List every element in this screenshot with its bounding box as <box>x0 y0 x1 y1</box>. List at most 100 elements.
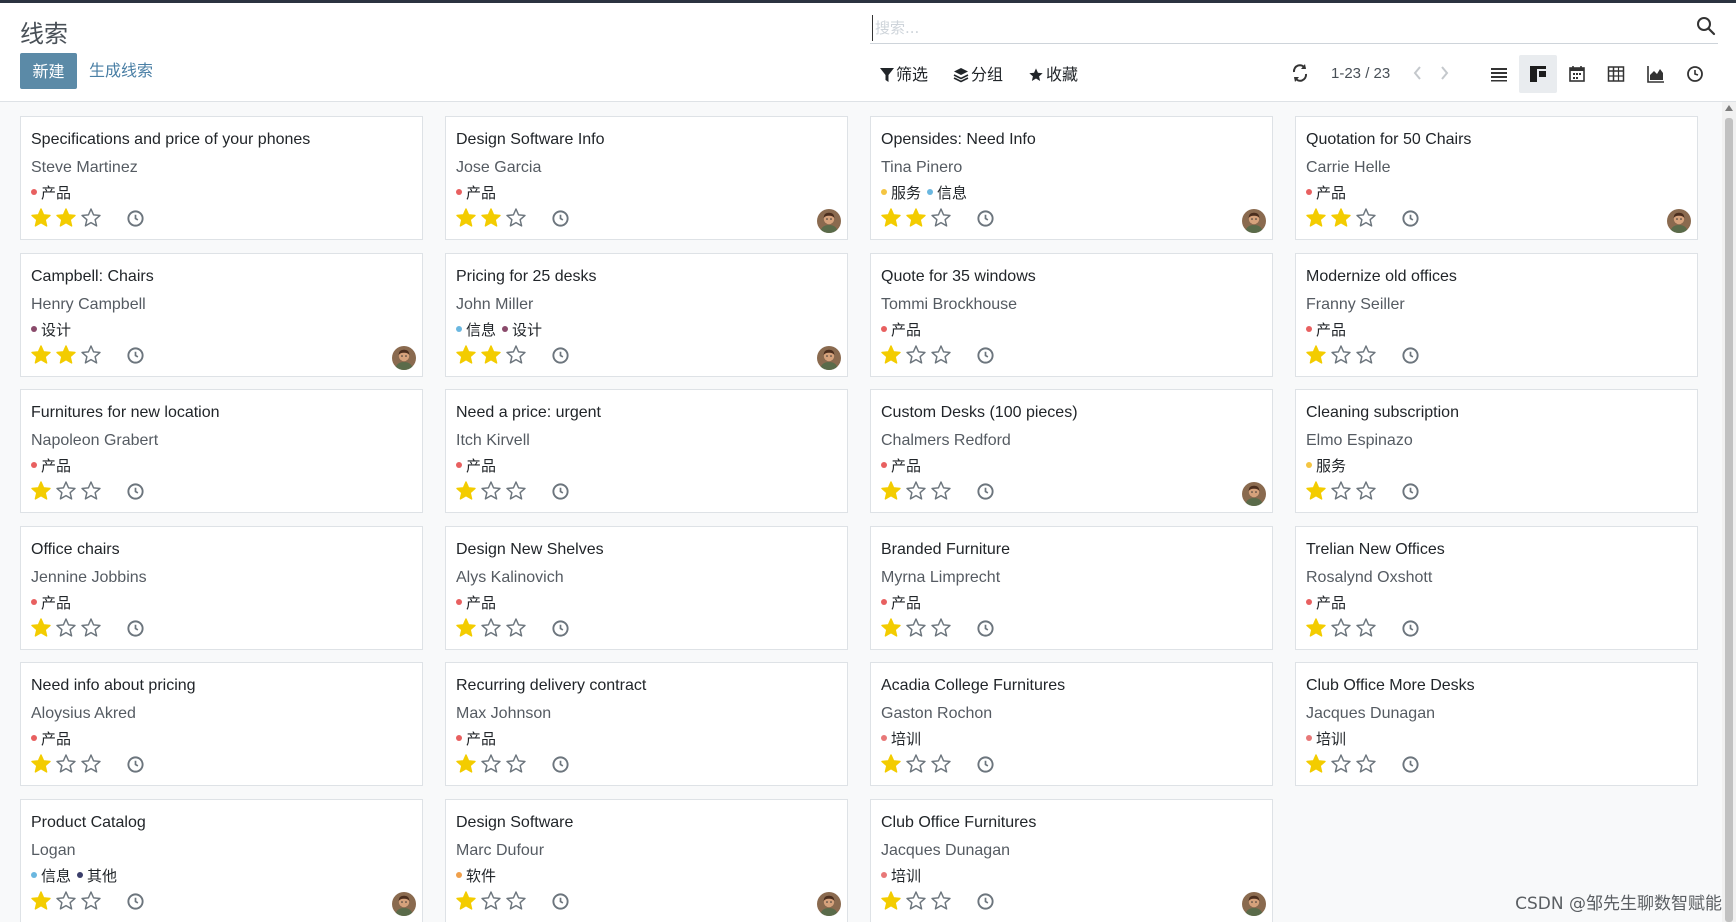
lead-card[interactable]: Opensides: Need Info Tina Pinero 服务 信息 <box>870 116 1273 240</box>
priority-star-icon[interactable] <box>880 480 902 502</box>
filter-toggle[interactable]: 筛选 <box>880 63 928 87</box>
lead-card[interactable]: Cleaning subscription Elmo Espinazo 服务 <box>1295 389 1698 513</box>
priority-star-icon[interactable] <box>505 480 527 502</box>
priority-star-icon[interactable] <box>905 617 927 639</box>
priority-star-icon[interactable] <box>30 344 52 366</box>
priority-star-icon[interactable] <box>505 344 527 366</box>
avatar[interactable] <box>392 346 416 370</box>
priority-star-icon[interactable] <box>30 207 52 229</box>
activity-clock-icon[interactable] <box>1401 346 1420 365</box>
priority-star-icon[interactable] <box>1305 617 1327 639</box>
priority-star-icon[interactable] <box>1355 480 1377 502</box>
priority-star-icon[interactable] <box>55 753 77 775</box>
priority-star-icon[interactable] <box>505 753 527 775</box>
priority-star-icon[interactable] <box>1305 344 1327 366</box>
priority-star-icon[interactable] <box>55 617 77 639</box>
lead-card[interactable]: Pricing for 25 desks John Miller 信息 设计 <box>445 253 848 377</box>
priority-star-icon[interactable] <box>480 753 502 775</box>
avatar[interactable] <box>1242 209 1266 233</box>
lead-card[interactable]: Product Catalog Logan 信息 其他 <box>20 799 423 922</box>
priority-star-icon[interactable] <box>55 890 77 912</box>
activity-clock-icon[interactable] <box>976 209 995 228</box>
generate-leads-button[interactable]: 生成线索 <box>89 53 153 89</box>
chevron-left-icon[interactable] <box>1410 63 1426 83</box>
priority-star-icon[interactable] <box>1355 617 1377 639</box>
priority-star-icon[interactable] <box>480 344 502 366</box>
activity-clock-icon[interactable] <box>976 619 995 638</box>
activity-clock-icon[interactable] <box>551 346 570 365</box>
lead-card[interactable]: Club Office Furnitures Jacques Dunagan 培训 <box>870 799 1273 922</box>
activity-clock-icon[interactable] <box>551 892 570 911</box>
priority-star-icon[interactable] <box>930 207 952 229</box>
pager-value[interactable]: 1-23 / 23 <box>1331 65 1390 82</box>
priority-star-icon[interactable] <box>30 480 52 502</box>
lead-card[interactable]: Acadia College Furnitures Gaston Rochon 培训 <box>870 662 1273 786</box>
priority-star-icon[interactable] <box>1330 617 1352 639</box>
priority-star-icon[interactable] <box>930 890 952 912</box>
lead-card[interactable]: Specifications and price of your phones S… <box>20 116 423 240</box>
priority-star-icon[interactable] <box>55 207 77 229</box>
priority-star-icon[interactable] <box>30 753 52 775</box>
lead-card[interactable]: Recurring delivery contract Max Johnson 产品 <box>445 662 848 786</box>
priority-star-icon[interactable] <box>480 617 502 639</box>
priority-star-icon[interactable] <box>1305 480 1327 502</box>
lead-card[interactable]: Furnitures for new location Napoleon Grab… <box>20 389 423 513</box>
activity-clock-icon[interactable] <box>976 755 995 774</box>
priority-star-icon[interactable] <box>880 890 902 912</box>
priority-star-icon[interactable] <box>905 890 927 912</box>
lead-card[interactable]: Custom Desks (100 pieces) Chalmers Redfor… <box>870 389 1273 513</box>
avatar[interactable] <box>817 346 841 370</box>
priority-star-icon[interactable] <box>1355 207 1377 229</box>
lead-card[interactable]: Quotation for 50 Chairs Carrie Helle 产品 <box>1295 116 1698 240</box>
activity-clock-icon[interactable] <box>126 209 145 228</box>
priority-star-icon[interactable] <box>80 890 102 912</box>
lead-card[interactable]: Modernize old offices Franny Seiller 产品 <box>1295 253 1698 377</box>
lead-card[interactable]: Branded Furniture Myrna Limprecht 产品 <box>870 526 1273 650</box>
graph-view-button[interactable] <box>1637 55 1675 93</box>
activity-clock-icon[interactable] <box>126 346 145 365</box>
priority-star-icon[interactable] <box>80 207 102 229</box>
activity-clock-icon[interactable] <box>1401 209 1420 228</box>
priority-star-icon[interactable] <box>1330 207 1352 229</box>
priority-star-icon[interactable] <box>455 344 477 366</box>
lead-card[interactable]: Club Office More Desks Jacques Dunagan 培训 <box>1295 662 1698 786</box>
avatar[interactable] <box>817 892 841 916</box>
lead-card[interactable]: Need info about pricing Aloysius Akred 产品 <box>20 662 423 786</box>
new-button[interactable]: 新建 <box>20 53 77 89</box>
priority-star-icon[interactable] <box>80 480 102 502</box>
lead-card[interactable]: Design New Shelves Alys Kalinovich 产品 <box>445 526 848 650</box>
priority-star-icon[interactable] <box>880 753 902 775</box>
activity-clock-icon[interactable] <box>976 346 995 365</box>
list-view-button[interactable] <box>1480 55 1518 93</box>
priority-star-icon[interactable] <box>905 480 927 502</box>
priority-star-icon[interactable] <box>480 480 502 502</box>
search-icon[interactable] <box>1696 16 1716 36</box>
lead-card[interactable]: Office chairs Jennine Jobbins 产品 <box>20 526 423 650</box>
priority-star-icon[interactable] <box>505 890 527 912</box>
refresh-icon[interactable] <box>1291 63 1309 83</box>
lead-card[interactable]: Design Software Marc Dufour 软件 <box>445 799 848 922</box>
activity-clock-icon[interactable] <box>551 619 570 638</box>
avatar[interactable] <box>1242 892 1266 916</box>
scrollbar-thumb[interactable] <box>1725 118 1733 922</box>
priority-star-icon[interactable] <box>480 207 502 229</box>
priority-star-icon[interactable] <box>455 890 477 912</box>
priority-star-icon[interactable] <box>930 480 952 502</box>
activity-clock-icon[interactable] <box>976 892 995 911</box>
priority-star-icon[interactable] <box>80 344 102 366</box>
activity-clock-icon[interactable] <box>1401 482 1420 501</box>
activity-clock-icon[interactable] <box>551 482 570 501</box>
priority-star-icon[interactable] <box>55 480 77 502</box>
avatar[interactable] <box>1242 482 1266 506</box>
priority-star-icon[interactable] <box>80 617 102 639</box>
priority-star-icon[interactable] <box>880 207 902 229</box>
priority-star-icon[interactable] <box>930 753 952 775</box>
kanban-view-button[interactable] <box>1519 55 1557 93</box>
activity-clock-icon[interactable] <box>126 892 145 911</box>
priority-star-icon[interactable] <box>930 344 952 366</box>
priority-star-icon[interactable] <box>1355 344 1377 366</box>
priority-star-icon[interactable] <box>55 344 77 366</box>
priority-star-icon[interactable] <box>1305 207 1327 229</box>
priority-star-icon[interactable] <box>455 207 477 229</box>
avatar[interactable] <box>817 209 841 233</box>
